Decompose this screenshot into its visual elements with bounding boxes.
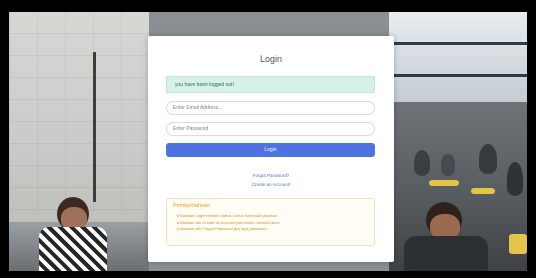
yellow-bin bbox=[509, 234, 527, 254]
password-input[interactable]: Enter Password bbox=[166, 122, 375, 136]
login-button[interactable]: Login bbox=[166, 143, 375, 157]
create-account-link[interactable]: Create an Account! bbox=[148, 182, 394, 187]
login-title: Login bbox=[259, 54, 283, 64]
login-card: Login you have been logged out! Enter Em… bbox=[148, 36, 394, 262]
worker-left bbox=[39, 197, 109, 271]
yellow-table bbox=[471, 188, 495, 194]
factory-ceiling bbox=[389, 12, 527, 102]
email-input[interactable]: Enter Email Address... bbox=[166, 101, 375, 115]
ceiling-beam bbox=[389, 74, 527, 77]
ceiling-beam bbox=[389, 42, 527, 45]
worker-right bbox=[404, 202, 494, 271]
wall-pipe bbox=[93, 52, 96, 202]
wall-tiles bbox=[9, 12, 149, 212]
yellow-table bbox=[429, 180, 459, 186]
list-item: Silahkan Login terlebih dahulu untuk mem… bbox=[177, 213, 280, 220]
worker bbox=[441, 154, 455, 176]
worker bbox=[479, 144, 497, 174]
forgot-password-link[interactable]: Forgot Password? bbox=[148, 173, 394, 178]
list-item: Silahkan klik Forgot Password jika lupa … bbox=[177, 226, 280, 233]
worker bbox=[507, 162, 523, 196]
info-box: Pemberitahuan Silahkan Login terlebih da… bbox=[166, 198, 375, 246]
logout-alert: you have been logged out! bbox=[166, 76, 375, 93]
info-title: Pemberitahuan bbox=[173, 203, 211, 209]
info-list: Silahkan Login terlebih dahulu untuk mem… bbox=[177, 213, 280, 233]
worker bbox=[414, 150, 430, 176]
